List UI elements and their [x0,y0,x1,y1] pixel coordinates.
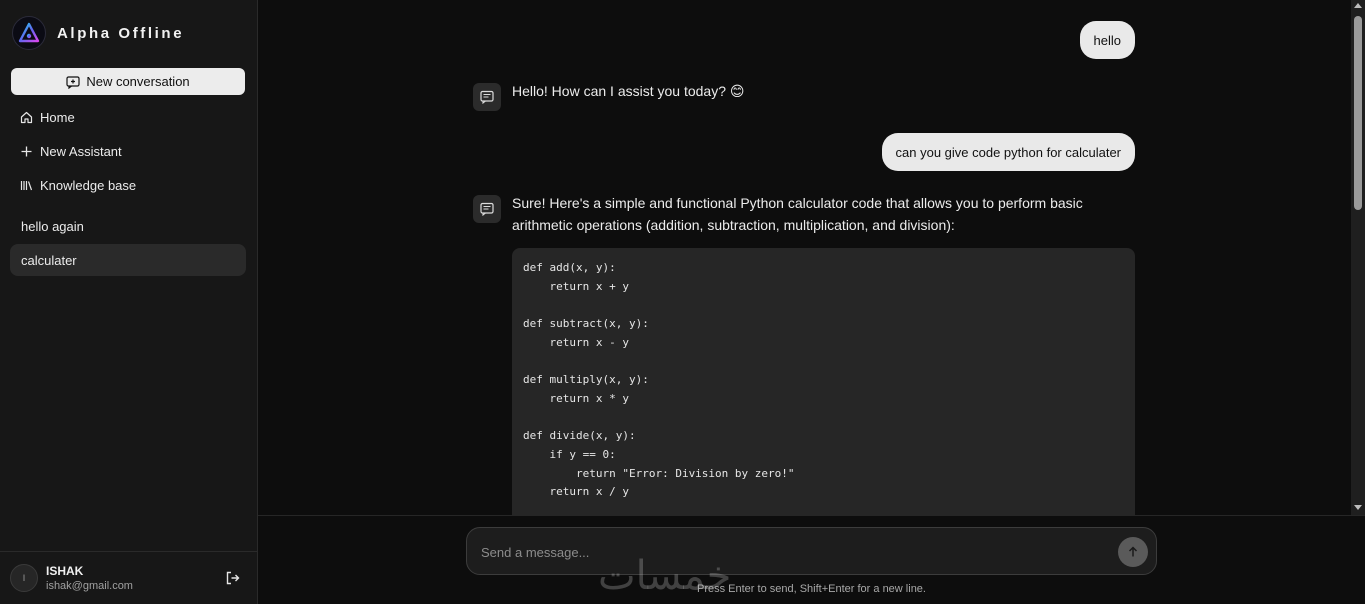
sidebar-nav: Home New Assistant Knowledge base [10,100,246,202]
message-input-box [466,527,1157,575]
brand[interactable]: Alpha Offline [12,16,184,50]
scroll-up-icon[interactable] [1354,3,1362,8]
assistant-message-icon [473,83,501,111]
chat-thread: hello Hello! How can I assist you today?… [258,0,1351,515]
send-button[interactable] [1118,537,1148,567]
new-conversation-label: New conversation [86,74,190,89]
sidebar-item-home[interactable]: Home [10,100,246,134]
sidebar-item-new-assistant[interactable]: New Assistant [10,134,246,168]
new-chat-icon [66,75,80,89]
user-message: hello [1079,21,1135,59]
plus-icon [21,146,32,156]
library-icon [20,180,33,190]
message-input[interactable] [481,540,1081,564]
app-title: Alpha Offline [57,24,185,42]
history-item-calculater[interactable]: calculater [10,244,246,276]
logo-icon [12,16,46,50]
conversation-history: hello again calculater [10,210,246,278]
assistant-message-icon [473,195,501,223]
new-conversation-button[interactable]: New conversation [11,68,245,95]
code-block[interactable]: def add(x, y): return x + y def subtract… [512,248,1135,515]
user-profile: I ISHAK ishak@gmail.com [0,551,257,604]
sidebar: Alpha Offline New conversation Home New … [0,0,258,604]
arrow-up-icon [1128,546,1138,557]
sidebar-item-label: Home [40,109,75,125]
app-root: Alpha Offline New conversation Home New … [0,0,1365,604]
home-icon [20,111,33,123]
user-email: ishak@gmail.com [46,580,133,592]
chat-scrollbar[interactable] [1351,0,1365,515]
logout-icon[interactable] [225,570,241,586]
sidebar-item-label: New Assistant [40,143,122,159]
composer-hint: Press Enter to send, Shift+Enter for a n… [697,583,926,595]
user-message: can you give code python for calculater [881,133,1135,171]
sidebar-item-knowledge-base[interactable]: Knowledge base [10,168,246,202]
assistant-message: Sure! Here's a simple and functional Pyt… [512,195,1083,233]
avatar[interactable]: I [10,564,38,592]
user-name: ISHAK [46,564,84,578]
main-panel: hello Hello! How can I assist you today?… [258,0,1365,604]
user-meta: ISHAK ishak@gmail.com [46,564,133,592]
scroll-down-icon[interactable] [1354,505,1362,510]
composer: Press Enter to send, Shift+Enter for a n… [258,515,1365,604]
sidebar-item-label: Knowledge base [40,177,137,193]
assistant-message: Hello! How can I assist you today? 😊 [512,83,745,99]
scroll-thumb[interactable] [1354,16,1362,210]
history-item-hello-again[interactable]: hello again [10,210,246,242]
code-content: def add(x, y): return x + y def subtract… [523,261,795,499]
